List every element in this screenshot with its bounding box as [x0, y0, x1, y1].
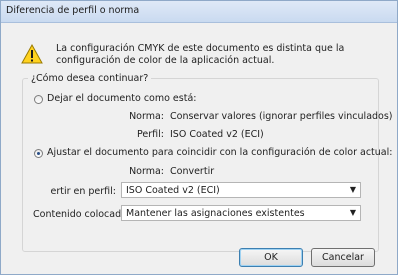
- radio-adjust-document-label[interactable]: Ajustar el documento para coincidir con …: [47, 147, 392, 158]
- radio-keep-document[interactable]: [34, 95, 43, 104]
- ok-button[interactable]: OK: [239, 248, 303, 267]
- chevron-down-icon: ▼: [349, 208, 356, 217]
- radio-adjust-document[interactable]: [34, 149, 43, 158]
- keep-norma-value: Conservar valores (ignorar perfiles vinc…: [170, 111, 393, 122]
- title-bar[interactable]: Diferencia de perfil o norma: [1, 1, 397, 23]
- message-text: La configuración CMYK de este documento …: [56, 43, 345, 66]
- placed-content-select[interactable]: Mantener las asignaciones existentes ▼: [121, 205, 361, 221]
- dialog-title: Diferencia de perfil o norma: [6, 5, 140, 16]
- convert-profile-select[interactable]: ISO Coated v2 (ECI) ▼: [121, 182, 361, 198]
- group-legend: ¿Cómo desea continuar?: [28, 73, 152, 84]
- chevron-down-icon: ▼: [349, 185, 356, 194]
- adjust-norma-value: Convertir: [170, 166, 215, 177]
- keep-norma-label: Norma:: [129, 111, 164, 122]
- keep-perfil-value: ISO Coated v2 (ECI): [170, 129, 264, 140]
- continue-groupbox: [22, 78, 379, 252]
- keep-perfil-label: Perfil:: [137, 129, 164, 140]
- adjust-norma-label: Norma:: [129, 166, 164, 177]
- dialog-content: La configuración CMYK de este documento …: [1, 23, 397, 275]
- radio-keep-document-label[interactable]: Dejar el documento como está:: [47, 93, 196, 104]
- placed-content-label: Contenido colocado:: [33, 209, 131, 220]
- cancel-button[interactable]: Cancelar: [311, 248, 375, 267]
- dialog-window: Diferencia de perfil o norma La configur…: [0, 0, 398, 275]
- warning-icon: [21, 43, 43, 64]
- convert-profile-value: ISO Coated v2 (ECI): [126, 185, 220, 196]
- placed-content-value: Mantener las asignaciones existentes: [126, 208, 305, 219]
- convert-profile-label: ertir en perfil:: [50, 186, 116, 197]
